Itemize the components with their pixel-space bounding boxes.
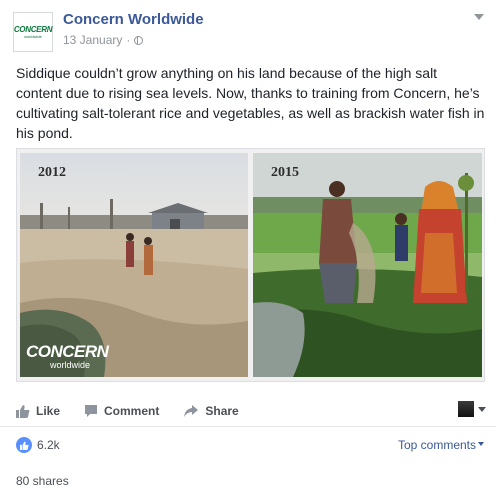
post-text: Siddique couldn’t grow anything on his l… <box>16 65 485 141</box>
comment-label: Comment <box>104 404 160 418</box>
facebook-post: CONCERN worldwide Concern Worldwide 13 J… <box>0 0 496 494</box>
post-image[interactable]: 2012 CONCERN worldwide 2015 <box>16 148 485 382</box>
globe-icon <box>134 35 144 45</box>
meta-separator: · <box>126 33 131 47</box>
chevron-down-icon[interactable] <box>474 14 484 20</box>
avatar-logo-text: CONCERN <box>13 24 53 34</box>
comment-button[interactable]: Comment <box>84 404 159 418</box>
like-count-value: 6.2k <box>37 438 60 452</box>
share-label: Share <box>205 404 239 418</box>
year-label-2015: 2015 <box>271 165 299 180</box>
caret-down-icon <box>478 406 486 412</box>
like-count[interactable]: 6.2k <box>16 437 60 453</box>
share-button[interactable]: Share <box>183 404 239 418</box>
like-badge-icon <box>16 437 32 453</box>
caret-down-icon <box>478 442 484 446</box>
photo-2012: 2012 CONCERN worldwide <box>20 153 248 377</box>
like-label: Like <box>36 404 61 418</box>
post-meta: 13 January · <box>63 33 144 47</box>
page-name-link[interactable]: Concern Worldwide <box>63 11 204 28</box>
like-button[interactable]: Like <box>16 404 60 418</box>
avatar-logo-subtext: worldwide <box>24 33 42 39</box>
shares-count[interactable]: 80 shares <box>16 474 69 488</box>
logo-sub-text: worldwide <box>50 360 91 370</box>
audience-selector[interactable] <box>458 401 486 417</box>
year-label-2012: 2012 <box>38 165 66 180</box>
divider <box>0 426 496 427</box>
thumbs-up-icon <box>16 405 30 418</box>
photo-2015: 2015 <box>253 153 482 377</box>
speech-bubble-icon <box>85 405 98 417</box>
logo-main-text: CONCERN <box>26 342 109 361</box>
comment-sort-label: Top comments <box>397 438 476 452</box>
share-arrow-icon <box>184 405 199 417</box>
post-date[interactable]: 13 January <box>63 33 122 47</box>
user-avatar <box>458 401 474 417</box>
page-avatar[interactable]: CONCERN worldwide <box>13 12 53 52</box>
comment-sort-dropdown[interactable]: Top comments <box>398 438 484 452</box>
concern-logo: CONCERN worldwide <box>26 342 109 370</box>
action-bar: Like Comment Share <box>16 397 486 425</box>
